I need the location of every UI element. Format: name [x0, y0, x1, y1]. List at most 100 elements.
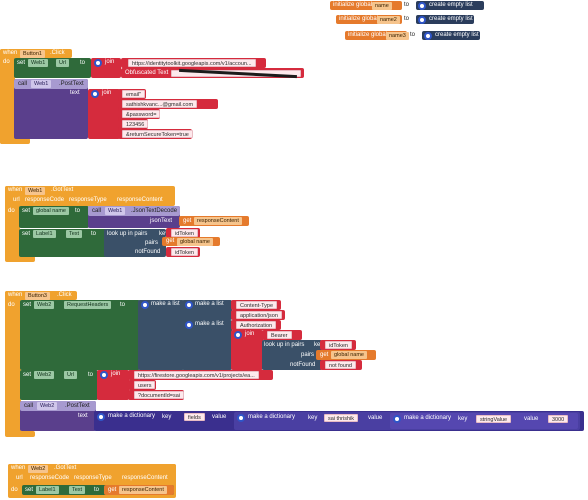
gear-icon[interactable] [424, 31, 432, 40]
authorization-text[interactable]: Authorization [231, 320, 281, 330]
text-value[interactable]: not found [325, 361, 356, 369]
auth-join-block[interactable]: join [231, 330, 263, 370]
make-list-outer-block[interactable]: make a list [138, 300, 184, 370]
url-text-block[interactable]: https://identitytoolkit.googleapis.com/v… [121, 58, 266, 68]
lookup-in-pairs-block[interactable]: look up in pairs key pairs notFound [104, 229, 168, 257]
responsecontent-dropdown[interactable]: responseContent [194, 217, 242, 225]
fields-key-text[interactable]: fields [184, 413, 205, 421]
bearer-text[interactable]: Bearer [262, 330, 302, 340]
lookup-in-pairs-block[interactable]: look up in pairs key pairs notFound [262, 340, 323, 370]
get-global-name-block[interactable]: get global name [316, 350, 376, 360]
button3-click-event[interactable] [5, 291, 21, 436]
key-idtoken-text[interactable]: idToken [320, 340, 356, 350]
firestore-url-text[interactable]: https://firestore.googleapis.com/v1/proj… [128, 370, 273, 380]
global-init-name[interactable]: initialize global name [330, 1, 402, 10]
text-value[interactable]: Bearer [267, 331, 292, 339]
label1-component-dropdown[interactable]: Label1 [36, 486, 59, 494]
notfound-text[interactable]: not found [320, 360, 362, 370]
value-3000-text[interactable]: 3000 [548, 415, 569, 423]
body-text-value[interactable]: &password= [122, 110, 161, 118]
text-property-dropdown[interactable]: Text [66, 230, 83, 238]
responsecontent-dropdown[interactable]: responseContent [119, 486, 167, 494]
global-name2-field[interactable]: name2 [377, 15, 400, 24]
body-text-email-address[interactable]: sathishkvanc...@gmail.com [118, 99, 218, 109]
url-property-dropdown[interactable]: Url [64, 371, 78, 379]
global-name-field[interactable]: name [372, 1, 392, 10]
web1-component-dropdown[interactable]: Web1 [105, 207, 126, 215]
web2-gottext-header[interactable]: when Web2 .GotText url responseCode resp… [8, 464, 176, 484]
gear-icon[interactable] [418, 15, 426, 24]
text-value[interactable]: Authorization [236, 321, 277, 329]
make-list-authorization-block[interactable]: make a list [182, 320, 232, 370]
create-empty-list-block[interactable]: create empty list [422, 31, 480, 40]
body-text-password[interactable]: 123456 [118, 119, 149, 129]
url-join-block[interactable]: join [97, 370, 129, 400]
text-value[interactable]: Content-Type [236, 301, 278, 309]
documentid-text[interactable]: ?documentId=sai [128, 390, 185, 400]
body-text-email[interactable]: email" [118, 89, 146, 99]
text-value[interactable]: ?documentId=sai [134, 391, 185, 399]
gear-icon[interactable] [100, 371, 108, 379]
web2-component-dropdown[interactable]: Web2 [37, 402, 58, 410]
button3-component-dropdown[interactable]: Button3 [25, 291, 50, 300]
set-web2-url-block[interactable]: set Web2 Url to [20, 370, 98, 400]
gear-icon[interactable] [97, 413, 105, 421]
notfound-idtoken-text[interactable]: idToken [166, 247, 200, 257]
global-name3-field[interactable]: name3 [386, 31, 409, 40]
body-text-password-key[interactable]: &password= [118, 109, 161, 119]
call-web2-posttext-header[interactable]: call Web2 .PostText [20, 401, 96, 411]
text-value[interactable]: idToken [171, 248, 198, 256]
web2-component-dropdown[interactable]: Web2 [28, 464, 49, 473]
set-web1-url-block[interactable]: set Web1 Url to [14, 58, 91, 78]
global-name-dropdown[interactable]: global name [33, 207, 69, 215]
gear-icon[interactable] [234, 331, 242, 339]
body-text-value[interactable]: email" [122, 90, 146, 98]
set-global-name-block[interactable]: set global name to [19, 206, 89, 228]
call-web1-posttext-header[interactable]: call Web1 .PostText [14, 79, 88, 89]
gear-icon[interactable] [141, 301, 149, 309]
make-dictionary-string-value-block[interactable]: make a dictionary key stringValue value … [390, 413, 578, 429]
body-join-block[interactable]: join [88, 89, 120, 139]
web1-component-dropdown[interactable]: Web1 [31, 80, 52, 88]
get-responsecontent-block[interactable]: get responseContent [104, 485, 174, 495]
get-responsecontent-block[interactable]: get responseContent [179, 216, 249, 226]
body-text-return-token[interactable]: &returnSecureToken=true [118, 129, 193, 139]
body-text-value[interactable]: 123456 [122, 120, 149, 128]
web2-component-dropdown[interactable]: Web2 [34, 301, 55, 309]
web1-component-dropdown[interactable]: Web1 [28, 59, 49, 67]
url-text-value[interactable]: https://identitytoolkit.googleapis.com/v… [128, 59, 256, 67]
application-json-text[interactable]: application/json [231, 310, 285, 320]
text-property-dropdown[interactable]: Text [69, 486, 86, 494]
gear-icon[interactable] [185, 321, 193, 329]
make-list-content-type-block[interactable]: make a list [182, 300, 232, 320]
global-name-dropdown[interactable]: global name [177, 237, 213, 246]
gear-icon[interactable] [185, 301, 193, 309]
obfuscated-text-block[interactable]: Obfuscated Text [121, 68, 304, 79]
web1-gottext-header[interactable]: when Web1 .GotText url responseCode resp… [5, 186, 175, 206]
gear-icon[interactable] [418, 1, 426, 10]
global-name-dropdown[interactable]: global name [331, 351, 367, 359]
stringvalue-key-text[interactable]: stringValue [476, 415, 512, 423]
button3-click-header[interactable]: when Button3 .Click [5, 291, 77, 300]
text-value[interactable]: https://firestore.googleapis.com/v1/proj… [134, 371, 259, 379]
text-value[interactable]: application/json [236, 311, 282, 319]
text-value[interactable]: idToken [325, 341, 352, 349]
create-empty-list-block[interactable]: create empty list [416, 1, 484, 10]
global-init-name2[interactable]: initialize global name2 [336, 15, 402, 24]
body-text-value[interactable]: sathishkvanc...@gmail.com [122, 100, 198, 108]
gear-icon[interactable] [237, 414, 245, 422]
create-empty-list-block[interactable]: create empty list [416, 15, 474, 24]
get-global-name-block[interactable]: get global name [162, 237, 220, 246]
text-value[interactable]: users [134, 381, 156, 389]
set-label1-text-block[interactable]: set Label1 Text to [19, 229, 107, 257]
call-web1-jsontextdecode-header[interactable]: call Web1 .JsonTextDecode [88, 206, 180, 216]
content-type-text[interactable]: Content-Type [231, 300, 281, 310]
url-join-block[interactable]: join [91, 58, 121, 78]
text-value[interactable]: idToken [171, 229, 198, 237]
gear-icon[interactable] [94, 59, 102, 67]
users-text[interactable]: users [128, 380, 156, 390]
button1-click-header[interactable]: when Button1 .Click [0, 49, 72, 58]
button1-component-dropdown[interactable]: Button1 [20, 49, 45, 58]
set-web2-requestheaders-block[interactable]: set Web2 RequestHeaders to [20, 300, 140, 370]
body-text-value[interactable]: &returnSecureToken=true [122, 130, 193, 138]
